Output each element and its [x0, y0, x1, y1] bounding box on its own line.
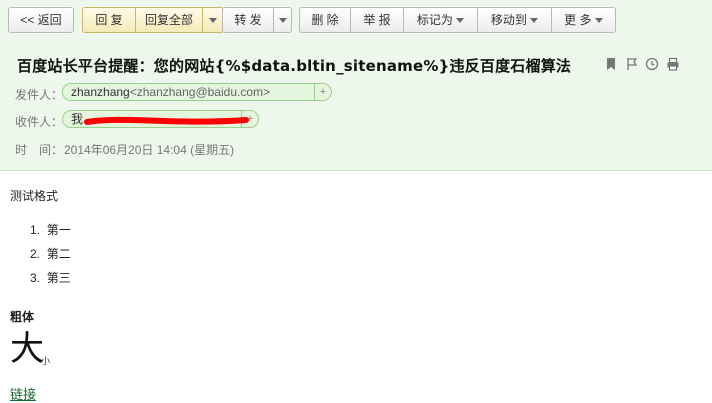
reply-all-button[interactable]: 回复全部: [135, 7, 203, 33]
time-label: 时 间：: [15, 143, 64, 157]
chevron-down-icon: [456, 18, 465, 24]
list-item-text: 第一: [46, 223, 71, 237]
chevron-down-icon: [278, 18, 287, 24]
list-item-text: 第二: [46, 247, 71, 261]
bold-text: 粗体: [10, 310, 35, 324]
ordered-list: 1. 第一 2. 第二 3. 第三: [30, 222, 71, 294]
more-label: 更 多: [564, 13, 592, 27]
flag-icon[interactable]: [625, 57, 639, 71]
reply-dropdown-button[interactable]: [202, 7, 224, 33]
body-line: 测试格式: [10, 189, 59, 203]
more-button[interactable]: 更 多: [551, 7, 616, 33]
chevron-down-icon: [594, 18, 603, 24]
large-text: 大: [10, 330, 44, 368]
list-item: 3. 第三: [30, 271, 71, 285]
list-item: 2. 第二: [30, 247, 71, 261]
list-item-text: 第三: [46, 271, 71, 285]
recipient-label: 收件人：: [15, 115, 64, 129]
chevron-down-icon: [530, 18, 539, 24]
chevron-down-icon: [209, 18, 217, 24]
body-link[interactable]: 链接: [10, 384, 36, 403]
clock-icon[interactable]: [645, 57, 659, 71]
redaction-scribble: [84, 116, 249, 125]
mark-as-button[interactable]: 标记为: [403, 7, 478, 33]
report-button[interactable]: 举 报: [350, 7, 404, 33]
forward-dropdown-button[interactable]: [273, 7, 292, 33]
sender-chip[interactable]: zhanzhang<zhanzhang@baidu.com> +: [62, 83, 332, 101]
forward-button[interactable]: 转 发: [222, 7, 274, 33]
mail-subject: 百度站长平台提醒：您的网站{%$data.bltin_sitename%}违反百…: [17, 57, 572, 75]
sender-email: <zhanzhang@baidu.com>: [129, 85, 270, 99]
bookmark-icon[interactable]: [604, 57, 618, 71]
move-to-button[interactable]: 移动到: [477, 7, 552, 33]
add-contact-icon[interactable]: +: [314, 84, 331, 100]
list-item: 1. 第一: [30, 223, 71, 237]
print-icon[interactable]: [666, 57, 680, 71]
reply-button[interactable]: 回 复: [82, 7, 136, 33]
recipient-name: 我: [71, 112, 84, 126]
back-button[interactable]: << 返回: [8, 7, 74, 33]
move-to-label: 移动到: [490, 13, 527, 27]
mail-header: << 返回 回 复 回复全部 转 发 删 除 举 报 标记为 移动到 更 多 百…: [0, 0, 712, 171]
sender-name: zhanzhang: [71, 85, 130, 99]
time-value: 2014年06月20日 14:04 (星期五): [64, 143, 235, 157]
delete-button[interactable]: 删 除: [299, 7, 351, 33]
small-text: 小: [41, 356, 51, 366]
sender-label: 发件人：: [15, 88, 64, 102]
mark-as-label: 标记为: [416, 13, 453, 27]
